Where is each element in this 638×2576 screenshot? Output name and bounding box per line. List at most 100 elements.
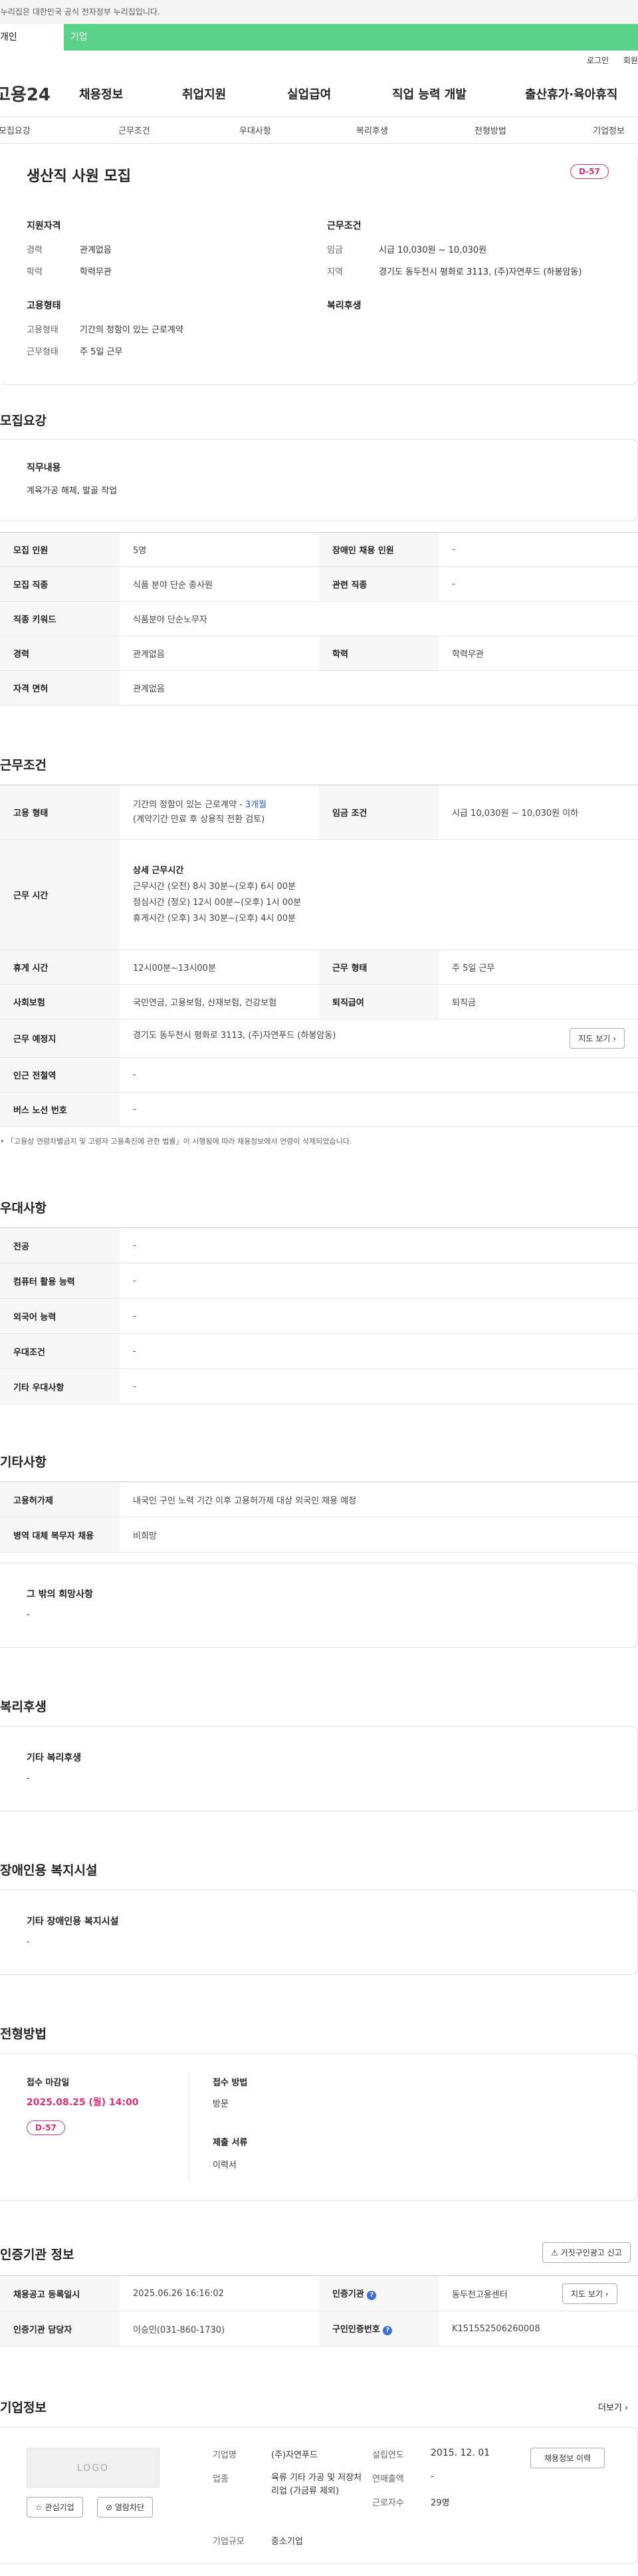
interest-label: 관심기업 — [45, 2503, 74, 2512]
table-row: 우대조건 - — [0, 1333, 638, 1369]
company-size-value: 중소기업 — [271, 2537, 303, 2547]
gnb-menu-employment-support[interactable]: 취업지원 — [182, 85, 287, 102]
table-row: 채용공고 등록일시 2025.06.26 16:16:02 인증기관 ? 동두천… — [0, 2275, 638, 2311]
work-form-label: 근무형태 — [27, 347, 58, 357]
welfare-section-title: 복리후생 — [0, 1700, 47, 1714]
section-nav-conditions[interactable]: 근무조건 — [118, 124, 239, 136]
gnb-menu-job-info[interactable]: 채용정보 — [79, 85, 182, 102]
pref-section-title: 우대사항 — [0, 1201, 47, 1216]
block-icon: ⊘ — [106, 2503, 113, 2512]
table-value: 퇴직금 — [439, 984, 638, 1019]
table-value: K151552506260008 — [439, 2311, 638, 2347]
gnb-menu-job-skills[interactable]: 직업 능력 개발 — [392, 85, 525, 102]
recruit-section-title: 모집요강 — [0, 414, 47, 428]
table-value: - — [439, 532, 638, 567]
table-row: 인근 전철역 - — [0, 1057, 638, 1093]
table-key: 채용공고 등록일시 — [0, 2275, 120, 2311]
table-row: 자격 면허 관계없음 — [0, 670, 638, 706]
table-key: 고용 형태 — [0, 785, 120, 840]
recruit-history-button[interactable]: 채용정보 이력 — [530, 2448, 605, 2468]
table-value: - — [120, 1227, 638, 1263]
chevron-right-icon: › — [613, 1034, 616, 1043]
table-key: 병역 대체 복무자 채용 — [0, 1517, 120, 1553]
tab-enterprise[interactable]: 기업 — [64, 24, 128, 51]
table-value: 비희망 — [120, 1517, 638, 1553]
company-name-value: (주)자연푸드 — [271, 2450, 318, 2460]
table-value: 학력무관 — [439, 636, 638, 671]
employment-title: 고용형태 — [27, 301, 61, 311]
disabled-box-value: - — [27, 1937, 30, 1947]
career-value: 관계없음 — [80, 245, 112, 255]
work-form-value: 주 5일 근무 — [80, 347, 123, 357]
report-icon: ⚠ — [551, 2248, 558, 2257]
false-ad-report-button[interactable]: ⚠ 거짓구인광고 신고 — [542, 2242, 631, 2263]
section-nav-selection[interactable]: 전형방법 — [475, 124, 593, 136]
site-logo[interactable]: 고용24 — [0, 81, 74, 106]
star-icon: ☆ — [35, 2503, 43, 2512]
table-key: 근무 예정지 — [0, 1019, 120, 1058]
other-wish-title: 그 밖의 희망사항 — [27, 1589, 93, 1600]
emp-type-label: 고용형태 — [27, 325, 58, 335]
industry-label: 업종 — [213, 2474, 229, 2484]
table-key: 고용허가제 — [0, 1481, 120, 1517]
recruit-table: 모집 인원 5명 장애인 채용 인원 - 모집 직종 식품 분야 단순 종사원 … — [0, 532, 638, 706]
cert-section-title: 인증기관 정보 — [0, 2248, 74, 2262]
block-label: 열람차단 — [114, 2503, 145, 2512]
map-button[interactable]: 지도 보기 › — [570, 1028, 625, 1049]
signup-link[interactable]: 회원가입 — [623, 56, 638, 65]
etc-section-title: 기타사항 — [0, 1455, 47, 1470]
section-nav-preference[interactable]: 우대사항 — [239, 124, 356, 136]
gnb-menu-parental-leave[interactable]: 출산휴가·육아휴직 — [525, 85, 617, 102]
agency-map-button[interactable]: 지도 보기 › — [562, 2283, 617, 2304]
employees-label: 근로자수 — [372, 2498, 404, 2508]
duty-title: 직무내용 — [27, 463, 61, 473]
agency-map-label: 지도 보기 — [571, 2289, 603, 2299]
table-key: 장애인 채용 인원 — [319, 532, 439, 567]
agency-key-label: 인증기관 — [332, 2289, 364, 2299]
dday-badge: D-57 — [570, 164, 609, 179]
section-nav-company[interactable]: 기업정보 — [593, 124, 625, 136]
company-section-title: 기업정보 — [0, 2400, 47, 2415]
wage-value: 시급 10,030원 ~ 10,030원 — [379, 245, 487, 255]
conditions-title: 근무조건 — [327, 221, 362, 231]
tab-individual[interactable]: 개인 — [0, 24, 64, 51]
company-more-link[interactable]: 더보기 › — [598, 2400, 628, 2413]
duty-value: 계육가공 해체, 발골 작업 — [27, 486, 118, 496]
industry-value: 육류 기타 가공 및 저장처리업 (가금류 제외) — [271, 2473, 362, 2496]
table-row: 고용 형태 기간의 정함이 있는 근로계약 - 3개월 (계약기간 만료 후 상… — [0, 785, 638, 840]
info-icon[interactable]: ? — [383, 2326, 393, 2335]
table-row: 버스 노선 번호 - — [0, 1092, 638, 1127]
section-nav-recruit[interactable]: 모집요강 — [0, 124, 118, 136]
table-value: 식품분야 단순노무자 — [120, 601, 638, 636]
table-key: 구인인증번호 ? — [319, 2311, 439, 2347]
table-key: 기타 우대사항 — [0, 1368, 120, 1404]
deadline-label: 접수 마감일 — [27, 2078, 70, 2088]
section-nav: 모집요강 근무조건 우대사항 복리후생 전형방법 기업정보 — [0, 117, 638, 144]
table-key: 휴게 시간 — [0, 950, 120, 985]
docs-label: 제출 서류 — [213, 2138, 248, 2148]
other-wish-box: 그 밖의 희망사항 - — [0, 1563, 638, 1648]
table-key: 인증기관 담당자 — [0, 2311, 120, 2347]
interest-company-button[interactable]: ☆ 관심기업 — [27, 2497, 83, 2517]
gnb-menu-unemployment-benefit[interactable]: 실업급여 — [287, 85, 392, 102]
table-row: 고용허가제 내국인 구인 노력 기간 이후 고용허가제 대상 외국인 채용 예정 — [0, 1481, 638, 1517]
career-label: 경력 — [27, 245, 43, 255]
table-key: 외국어 능력 — [0, 1298, 120, 1334]
table-row: 근무 시간 상세 근무시간 근무시간 (오전) 8시 30분~(오후) 6시 0… — [0, 839, 638, 950]
region-label: 지역 — [327, 267, 343, 277]
section-nav-welfare[interactable]: 복리후생 — [356, 124, 475, 136]
welfare-title-summary: 복리후생 — [327, 301, 362, 311]
wage-label: 임금 — [327, 245, 343, 255]
hours-line: 휴게시간 (오후) 3시 30분~(오후) 4시 00분 — [133, 913, 296, 924]
block-view-button[interactable]: ⊘ 열람차단 — [97, 2497, 154, 2517]
age-note: • 「고용상 연령차별금지 및 고령자 고용촉진에 관한 법률」이 시행됨에 따… — [0, 1136, 352, 1146]
utility-links: 로그인 회원가입 — [0, 51, 638, 70]
chevron-right-icon: › — [605, 2289, 609, 2299]
selection-dday-badge: D-57 — [27, 2121, 65, 2135]
table-value: 식품 분야 단순 종사원 — [120, 567, 319, 602]
company-size-label: 기업규모 — [213, 2537, 245, 2547]
founded-label: 설립연도 — [372, 2450, 404, 2460]
table-row: 모집 직종 식품 분야 단순 종사원 관련 직종 - — [0, 567, 638, 602]
login-link[interactable]: 로그인 — [587, 56, 609, 65]
info-icon[interactable]: ? — [367, 2291, 377, 2300]
